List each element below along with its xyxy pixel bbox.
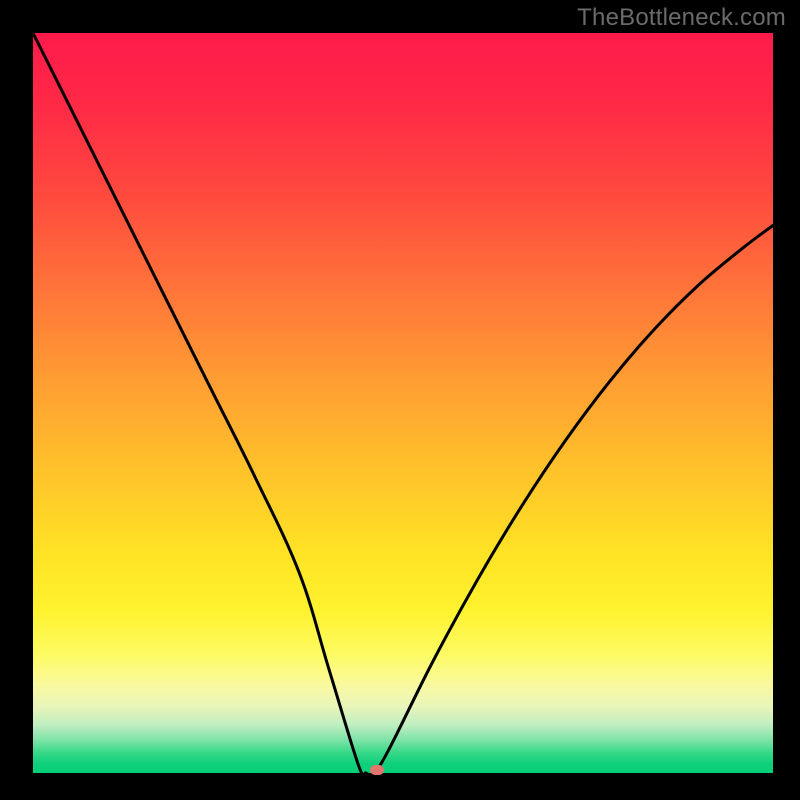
plot-area <box>30 30 776 776</box>
chart-frame: TheBottleneck.com <box>0 0 800 800</box>
curve-svg <box>33 33 773 773</box>
bottleneck-curve <box>33 33 773 776</box>
vertex-marker <box>370 765 384 775</box>
watermark-text: TheBottleneck.com <box>577 4 786 32</box>
